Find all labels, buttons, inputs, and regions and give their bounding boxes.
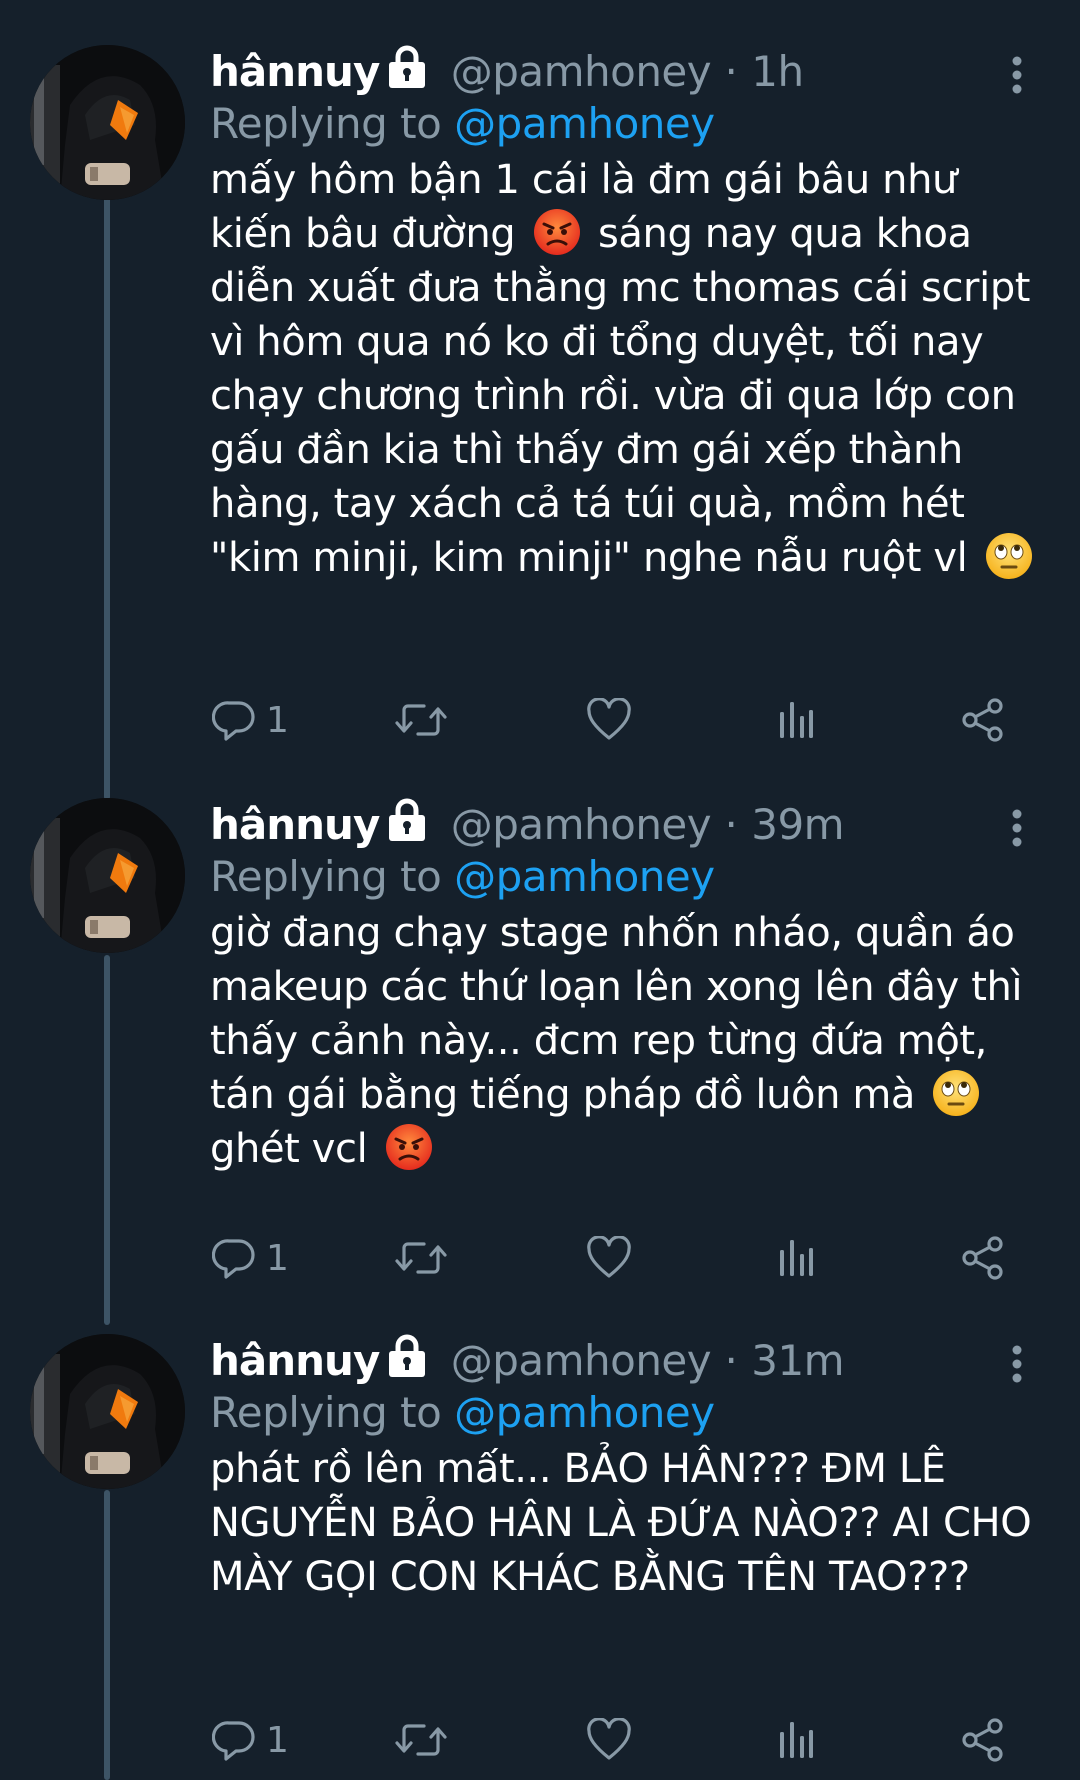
tweet-text: giờ đang chạy stage nhốn nháo, quần áo m… <box>210 906 1050 1176</box>
analytics-button[interactable] <box>776 1710 816 1770</box>
share-icon <box>960 1717 1006 1763</box>
face-with-rolling-eyes-icon <box>984 531 1034 581</box>
separator-dot: · <box>724 800 738 849</box>
more-vertical-icon[interactable] <box>1005 808 1029 848</box>
avatar[interactable] <box>30 1334 185 1489</box>
timestamp[interactable]: 1h <box>751 47 804 96</box>
tweet-actions: 1 <box>0 690 1080 750</box>
display-name[interactable]: hânnuy <box>210 1336 380 1385</box>
display-name[interactable]: hânnuy <box>210 47 380 96</box>
reply-button[interactable]: 1 <box>212 690 289 750</box>
tweet-text: mấy hôm bận 1 cái là đm gái bâu như kiến… <box>210 153 1050 585</box>
replying-to-mention[interactable]: @pamhoney <box>454 1388 715 1437</box>
face-with-rolling-eyes-icon <box>931 1068 981 1118</box>
avatar[interactable] <box>30 798 185 953</box>
like-button[interactable] <box>586 1710 632 1770</box>
timestamp[interactable]: 39m <box>751 800 844 849</box>
reply-count: 1 <box>266 1719 289 1761</box>
replying-to: Replying to @pamhoney <box>210 1386 715 1440</box>
replying-to: Replying to @pamhoney <box>210 850 715 904</box>
tweet-header: hânnuy @pamhoney · 31m <box>210 1334 845 1391</box>
share-icon <box>960 1235 1006 1281</box>
like-button[interactable] <box>586 1228 632 1288</box>
username[interactable]: @pamhoney <box>451 47 712 96</box>
retweet-icon <box>394 698 448 742</box>
reply-button[interactable]: 1 <box>212 1228 289 1288</box>
timestamp[interactable]: 31m <box>751 1336 844 1385</box>
retweet-button[interactable] <box>394 690 448 750</box>
heart-icon <box>586 1718 632 1762</box>
tweet-actions: 1 <box>0 1710 1080 1770</box>
tweet-header: hânnuy @pamhoney · 1h <box>210 45 804 99</box>
tweet-text-part: giờ đang chạy stage nhốn nháo, quần áo m… <box>210 910 1023 1118</box>
share-button[interactable] <box>960 690 1006 750</box>
analytics-icon <box>776 698 816 742</box>
tweet-header: hânnuy @pamhoney · 39m <box>210 798 845 855</box>
share-icon <box>960 697 1006 743</box>
tweet-actions: 1 <box>0 1228 1080 1288</box>
lock-icon <box>387 45 427 102</box>
heart-icon <box>586 698 632 742</box>
reply-icon <box>212 1236 256 1280</box>
username[interactable]: @pamhoney <box>451 1336 712 1385</box>
separator-dot: · <box>724 1336 738 1385</box>
display-name[interactable]: hânnuy <box>210 800 380 849</box>
like-button[interactable] <box>586 690 632 750</box>
avatar[interactable] <box>30 45 185 200</box>
replying-to-label: Replying to <box>210 99 442 148</box>
lock-icon <box>387 798 427 855</box>
tweet-text-part: phát rồ lên mất... BẢO HÂN??? ĐM LÊ NGUY… <box>210 1446 1032 1600</box>
replying-to-label: Replying to <box>210 852 442 901</box>
retweet-icon <box>394 1236 448 1280</box>
reply-button[interactable]: 1 <box>212 1710 289 1770</box>
tweet-text-part: ghét vcl <box>210 1126 368 1172</box>
analytics-icon <box>776 1236 816 1280</box>
retweet-button[interactable] <box>394 1228 448 1288</box>
tweet-thread: hânnuy @pamhoney · 1h Replying to @pamho… <box>0 0 1080 1780</box>
replying-to: Replying to @pamhoney <box>210 97 715 151</box>
username[interactable]: @pamhoney <box>451 800 712 849</box>
tweet-text-part: sáng nay qua khoa diễn xuất đưa thằng mc… <box>210 211 1031 581</box>
analytics-icon <box>776 1718 816 1762</box>
replying-to-mention[interactable]: @pamhoney <box>454 852 715 901</box>
retweet-icon <box>394 1718 448 1762</box>
tweet-text: phát rồ lên mất... BẢO HÂN??? ĐM LÊ NGUY… <box>210 1442 1050 1604</box>
retweet-button[interactable] <box>394 1710 448 1770</box>
replying-to-mention[interactable]: @pamhoney <box>454 99 715 148</box>
analytics-button[interactable] <box>776 690 816 750</box>
angry-face-icon <box>384 1122 434 1172</box>
reply-count: 1 <box>266 699 289 741</box>
replying-to-label: Replying to <box>210 1388 442 1437</box>
lock-icon <box>387 1334 427 1391</box>
heart-icon <box>586 1236 632 1280</box>
reply-count: 1 <box>266 1237 289 1279</box>
more-vertical-icon[interactable] <box>1005 1344 1029 1384</box>
reply-icon <box>212 1718 256 1762</box>
share-button[interactable] <box>960 1710 1006 1770</box>
share-button[interactable] <box>960 1228 1006 1288</box>
separator-dot: · <box>724 47 738 96</box>
analytics-button[interactable] <box>776 1228 816 1288</box>
angry-face-icon <box>532 207 582 257</box>
reply-icon <box>212 698 256 742</box>
more-vertical-icon[interactable] <box>1005 55 1029 95</box>
